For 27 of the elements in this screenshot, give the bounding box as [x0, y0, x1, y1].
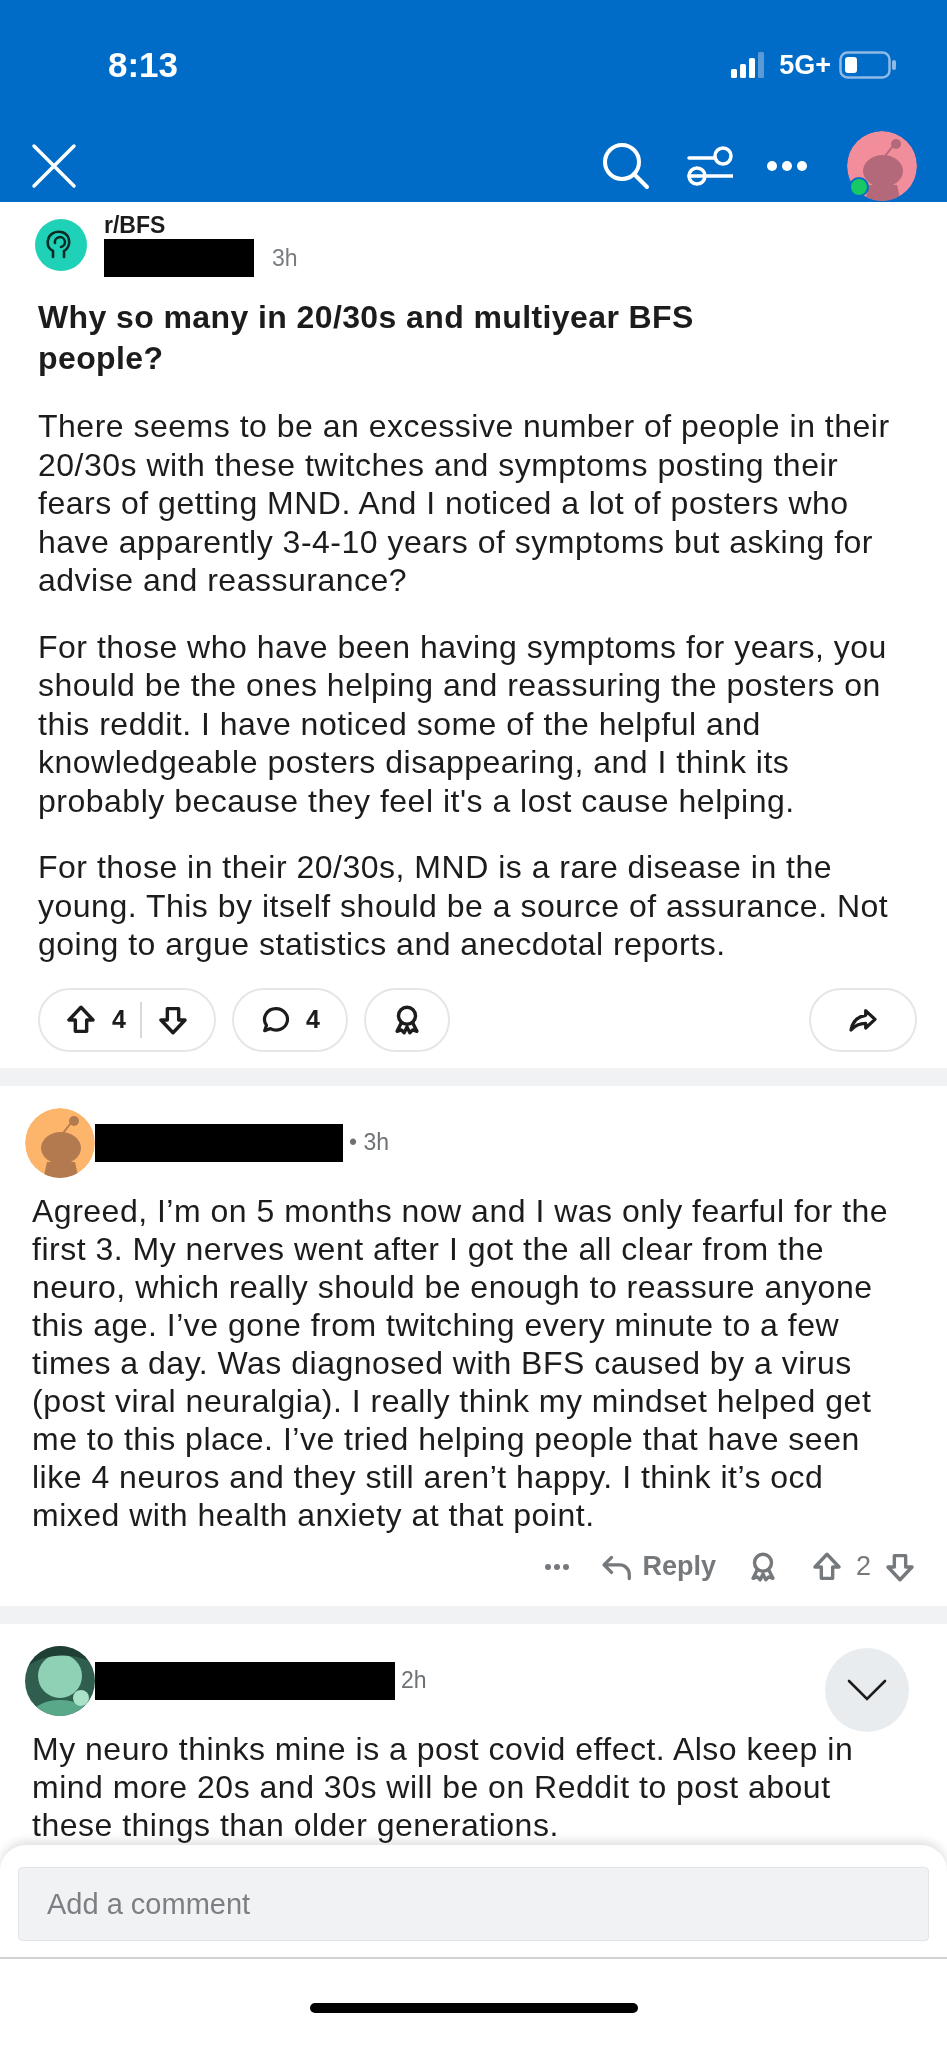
clock-time: 8:13 — [108, 45, 180, 85]
user-avatar — [25, 1107, 95, 1178]
more-icon[interactable] — [767, 161, 807, 171]
comment-age: • 3h — [348, 1129, 390, 1156]
post-paragraph: There seems to be an excessive number of people in their 20/30s with these twitches and symptoms posting their fears of getting MND. And I noticed a lot of posters who have apparently 3-4-10 years of symptoms but asking for advise and reassurance? — [38, 407, 891, 600]
comment-text: Agreed, I’m on 5 months now and I was only fearful for the first 3. My nerves went after I got the all clear from the neuro, which really should be enough to reassure anyone this age. I’ve gone from twitching every minute to a few times a day. Was diagnosed with BFS caused by a virus (post viral neuralgia). I really think my mindset helped get me to this place. I’ve tried helping people that have seen like 4 neuros and they still aren’t happy. I think it’s ocd mixed with health anxiety at that point. — [31, 1191, 890, 1534]
chevron-down-icon — [847, 1678, 887, 1701]
online-status-dot — [849, 177, 869, 197]
more-icon[interactable] — [544, 1562, 571, 1571]
subreddit-icon[interactable] — [35, 218, 87, 271]
vote-count: 4 — [112, 1005, 126, 1034]
comment-text: My neuro thinks mine is a post covid effect. Also keep in mind more 20s and 30s will be on Reddit to post about these things than older generations. — [31, 1729, 855, 1844]
post-paragraph: For those who have been having symptoms for years, you should be the ones helping and reassuring the posters on this reddit. I have noticed some of the helpful and knowledgeable posters disappearing, and I think its probably because they feel it's a lost cause helping. — [38, 627, 888, 820]
network-type: 5G+ — [779, 49, 831, 81]
comments-button[interactable]: 4 — [231, 987, 348, 1052]
close-icon[interactable] — [30, 142, 78, 190]
vote-count: 2 — [855, 1551, 871, 1582]
comment-field[interactable]: Add a comment — [18, 1867, 929, 1941]
battery-icon — [839, 51, 897, 79]
comment-age: 2h — [400, 1667, 427, 1694]
reply-button[interactable]: Reply — [600, 1551, 716, 1582]
profile-avatar — [847, 131, 917, 201]
post-age: 3h — [271, 244, 298, 272]
post-title: Why so many in 20/30s and multiyear BFS people? — [38, 298, 695, 378]
post-paragraph: For those in their 20/30s, MND is a rare disease in the young. This by itself should be a source of assurance. Not going to argue statistics and anecdotal reports. — [38, 848, 890, 964]
subreddit-name[interactable]: r/BFS — [87, 212, 909, 239]
search-icon[interactable] — [601, 141, 651, 191]
